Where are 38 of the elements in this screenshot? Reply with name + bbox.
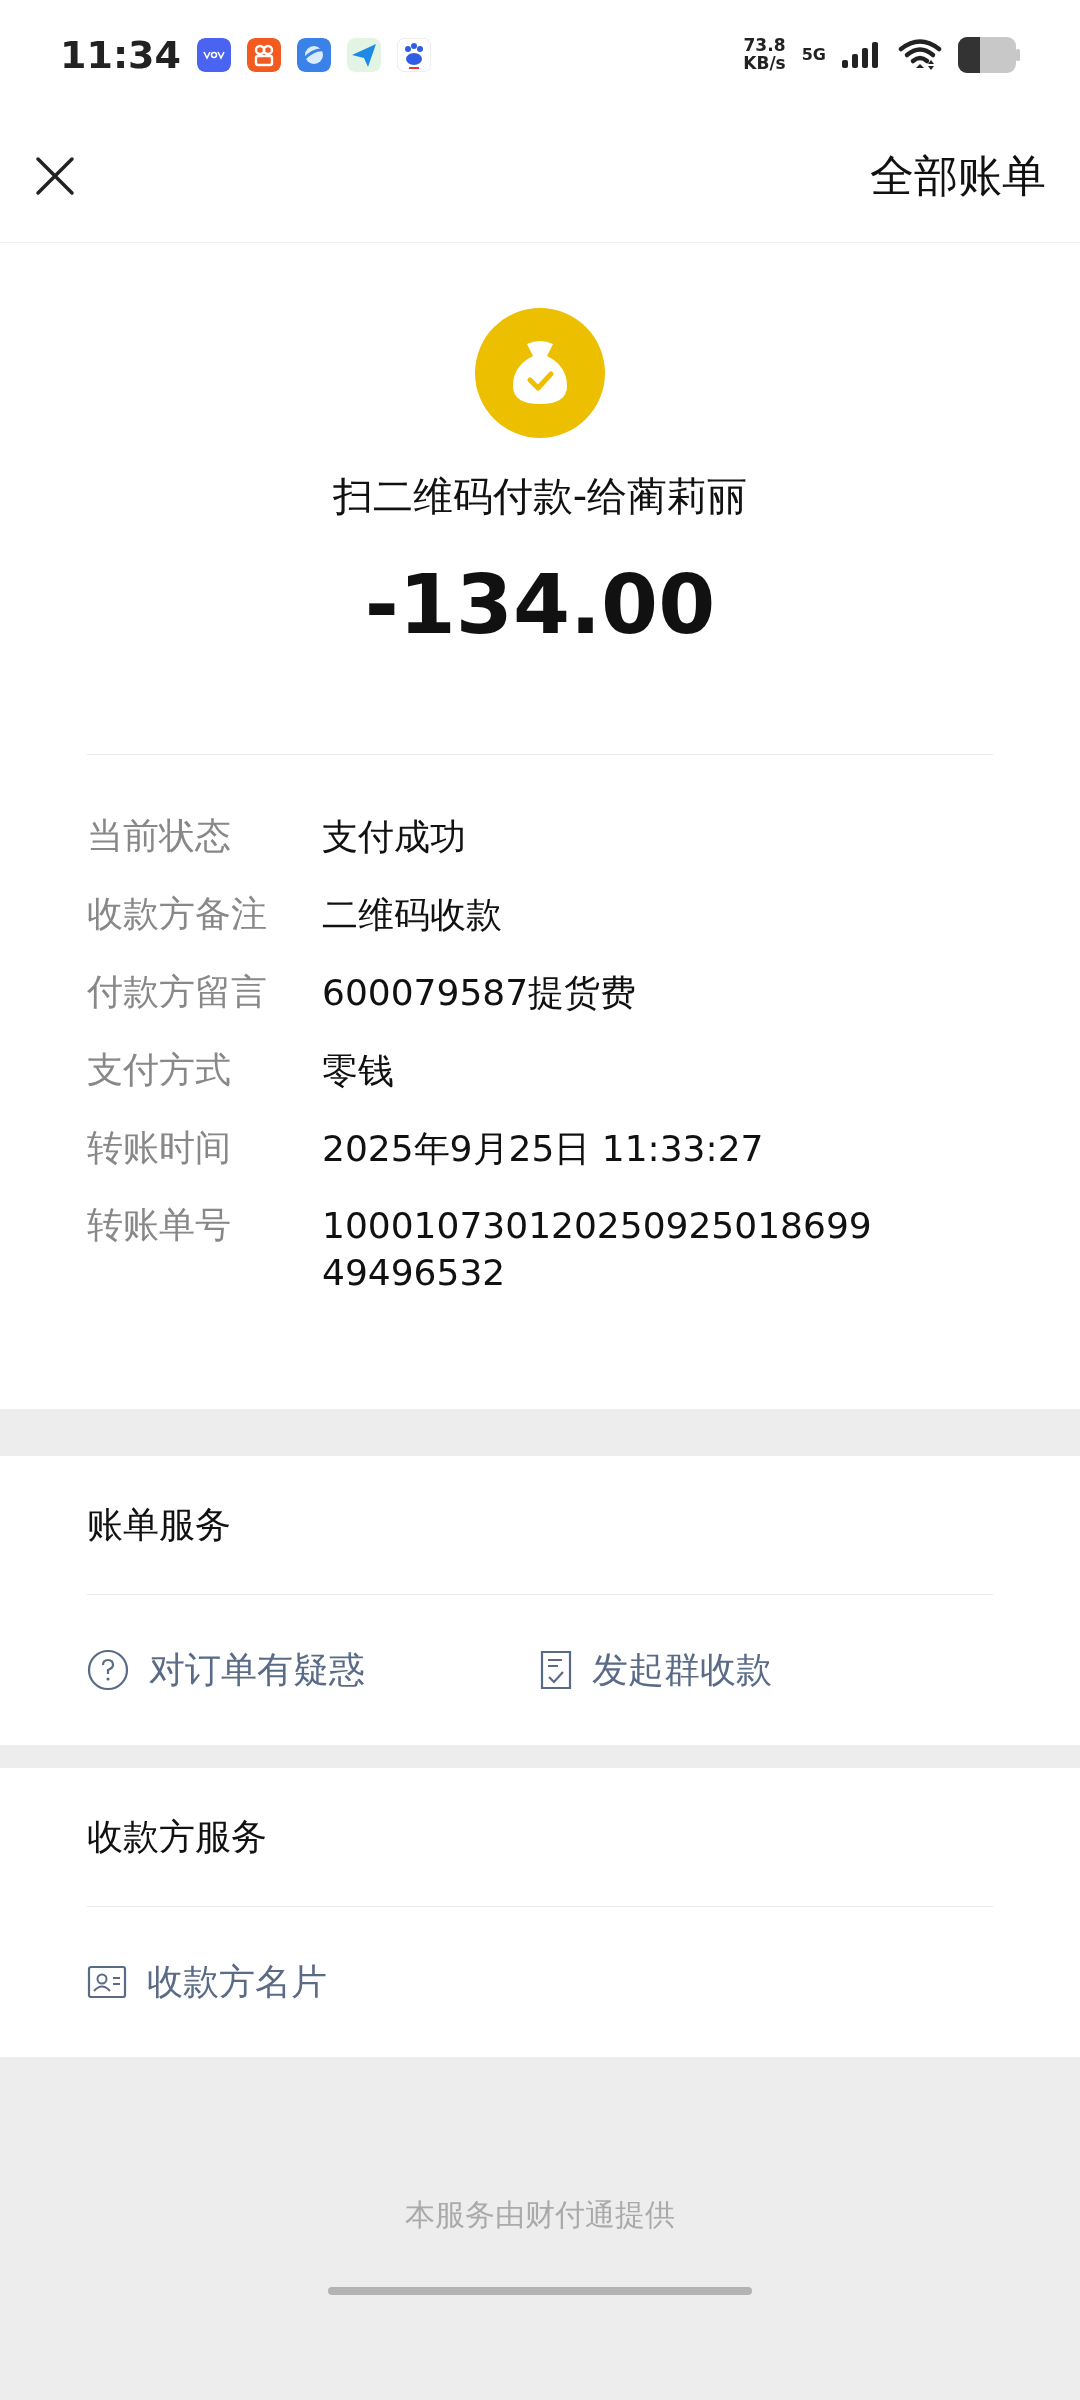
detail-label: 转账时间 xyxy=(87,1125,232,1170)
money-bag-icon xyxy=(475,308,605,438)
service-link[interactable]: 发起群收款 xyxy=(540,1642,993,1697)
section-title: 收款方服务 xyxy=(87,1814,268,1859)
detail-label: 支付方式 xyxy=(87,1047,232,1092)
all-bills-link[interactable]: 全部账单 xyxy=(870,143,1046,209)
detail-value: 二维码收款 xyxy=(322,893,503,938)
service-link[interactable]: 收款方名片 xyxy=(87,1954,557,2009)
service-link[interactable]: 对订单有疑惑 xyxy=(87,1642,540,1697)
clock-time: 11:34 xyxy=(60,31,181,79)
wifi-icon xyxy=(898,38,942,72)
network-type: 5G xyxy=(801,44,826,66)
detail-value: 零钱 xyxy=(322,1048,395,1093)
detail-label: 收款方备注 xyxy=(87,892,268,937)
section-title: 账单服务 xyxy=(87,1502,232,1547)
detail-label: 转账单号 xyxy=(87,1203,232,1248)
contact-card-icon xyxy=(87,1964,127,1999)
network-speed: 73.8 xyxy=(743,37,786,55)
checklist-icon xyxy=(540,1649,572,1690)
footer-note: 本服务由财付通提供 xyxy=(405,2195,675,2234)
close-button[interactable] xyxy=(34,155,76,197)
battery-icon xyxy=(958,37,1020,73)
app-icon xyxy=(296,38,331,72)
detail-value: 10001073012025092501869949496532 xyxy=(322,1204,873,1296)
close-icon xyxy=(34,155,76,197)
detail-label: 当前状态 xyxy=(87,814,232,859)
detail-value: 支付成功 xyxy=(322,815,467,860)
app-icon xyxy=(346,38,381,72)
app-icon xyxy=(196,38,231,72)
help-icon xyxy=(87,1648,129,1691)
speed-unit: KB/s xyxy=(743,55,786,73)
app-icon xyxy=(246,38,281,72)
transaction-title: 扫二维码付款-给蔺莉丽 xyxy=(332,472,748,521)
app-icon xyxy=(396,38,431,72)
detail-value: 2025年9月25日 11:33:27 xyxy=(322,1126,765,1171)
amount: -134.00 xyxy=(364,556,716,654)
detail-label: 付款方留言 xyxy=(87,970,268,1014)
detail-value: 600079587提货费 xyxy=(322,971,638,1015)
